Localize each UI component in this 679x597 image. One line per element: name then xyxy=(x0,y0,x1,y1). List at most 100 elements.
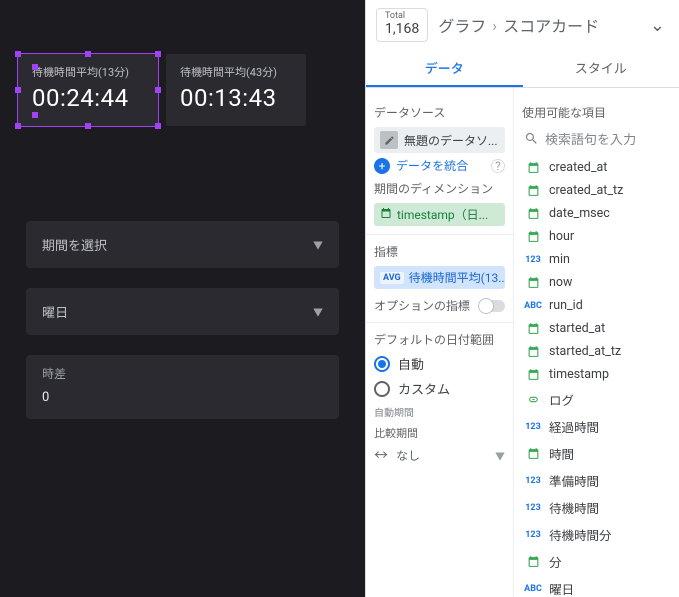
expand-icon[interactable]: ⌄ xyxy=(646,11,669,40)
search-icon xyxy=(524,131,539,146)
scorecard-label: 待機時間平均(13分) xyxy=(32,64,144,80)
field-label: 経過時間 xyxy=(549,417,599,436)
offset-value: 0 xyxy=(42,390,323,405)
range-auto-radio[interactable]: 自動 xyxy=(374,354,505,373)
compare-value: なし xyxy=(396,447,420,464)
radio-checked-icon xyxy=(374,356,390,372)
scorecard-value: 00:13:43 xyxy=(180,84,292,112)
chevron-down-icon: ▼ xyxy=(313,237,323,252)
link-icon xyxy=(524,393,542,407)
datasource-section-label: データソース xyxy=(374,104,505,121)
text-icon: ABC xyxy=(524,582,542,596)
field-item[interactable]: timestamp xyxy=(522,363,671,386)
field-item[interactable]: created_at_tz xyxy=(522,179,671,202)
calendar-icon xyxy=(524,345,542,359)
plus-icon: + xyxy=(374,158,390,174)
field-item[interactable]: 分 xyxy=(522,548,671,575)
config-column: データソース 無題のデータソ... + データを統合 ? 期間のディメンション … xyxy=(366,88,514,597)
number-icon: 123 xyxy=(524,528,542,542)
radio-unchecked-icon xyxy=(374,381,390,397)
help-icon[interactable]: ? xyxy=(491,159,505,173)
tab-style[interactable]: スタイル xyxy=(523,48,679,87)
calendar-icon xyxy=(524,555,542,569)
default-range-label: デフォルトの日付範囲 xyxy=(374,331,505,348)
field-label: 待機時間分 xyxy=(549,525,612,544)
calendar-icon xyxy=(380,207,392,222)
pencil-icon[interactable] xyxy=(380,131,398,149)
field-label: 曜日 xyxy=(549,579,574,597)
weekday-control[interactable]: 曜日 ▼ xyxy=(26,288,339,335)
scorecard[interactable]: 待機時間平均(43分) 00:13:43 xyxy=(166,54,306,126)
field-item[interactable]: 123 準備時間 xyxy=(522,467,671,494)
field-label: ログ xyxy=(549,390,574,409)
scorecard-selected[interactable]: 待機時間平均(13分) 00:24:44 xyxy=(18,54,158,126)
field-label: 待機時間 xyxy=(549,498,599,517)
period-dimension-label: 期間のディメンション xyxy=(374,180,505,197)
field-item[interactable]: ABC run_id xyxy=(522,294,671,317)
report-canvas[interactable]: 待機時間平均(13分) 00:24:44 待機時間平均(43分) 00:13:4… xyxy=(0,0,365,597)
calendar-icon xyxy=(524,276,542,290)
field-label: created_at xyxy=(549,160,607,175)
metric-chip[interactable]: AVG 待機時間平均(13... xyxy=(374,266,505,289)
text-icon: ABC xyxy=(524,299,542,313)
datasource-name: 無題のデータソ... xyxy=(404,132,498,149)
date-range-control[interactable]: 期間を選択 ▼ xyxy=(26,221,339,268)
number-icon: 123 xyxy=(524,253,542,267)
total-box[interactable]: Total 1,168 xyxy=(376,8,428,42)
field-item[interactable]: 123待機時間 xyxy=(522,494,671,521)
period-dimension-name: timestamp（日... xyxy=(397,206,488,223)
offset-control[interactable]: 時差 0 xyxy=(26,355,339,419)
field-label: 準備時間 xyxy=(549,471,599,490)
blend-data-button[interactable]: + データを統合 ? xyxy=(374,157,505,174)
total-label: Total xyxy=(385,11,419,21)
calendar-icon xyxy=(524,161,542,175)
scorecard-value: 00:24:44 xyxy=(32,84,144,112)
field-label: date_msec xyxy=(549,206,610,221)
metric-name: 待機時間平均(13... xyxy=(409,269,505,286)
calendar-icon xyxy=(524,184,542,198)
calendar-icon xyxy=(524,322,542,336)
field-item[interactable]: started_at_tz xyxy=(522,340,671,363)
panel-tabs: データ スタイル xyxy=(366,48,679,88)
field-item[interactable]: hour xyxy=(522,225,671,248)
fields-list: created_at created_at_tz date_msechour 123 m… xyxy=(522,156,671,597)
field-item[interactable]: 時間 xyxy=(522,440,671,467)
optional-metric-label: オプションの指標 xyxy=(374,297,470,314)
range-custom-radio[interactable]: カスタム xyxy=(374,379,505,398)
field-item[interactable]: created_at xyxy=(522,156,671,179)
compare-period-select[interactable]: ↔ なし ▼ xyxy=(374,445,505,465)
scorecard-label: 待機時間平均(43分) xyxy=(180,64,292,80)
breadcrumb-scorecard[interactable]: スコアカード xyxy=(503,13,599,37)
calendar-icon xyxy=(524,368,542,382)
offset-label: 時差 xyxy=(42,365,323,382)
field-item[interactable]: 123 min xyxy=(522,248,671,271)
field-label: min xyxy=(549,252,570,267)
field-label: run_id xyxy=(549,298,583,313)
compare-period-label: 比較期間 xyxy=(374,425,505,441)
field-label: now xyxy=(549,275,572,290)
breadcrumb-chart[interactable]: グラフ xyxy=(438,13,486,37)
field-item[interactable]: ログ xyxy=(522,386,671,413)
range-custom-label: カスタム xyxy=(398,379,450,398)
breadcrumb: グラフ › スコアカード xyxy=(438,13,636,37)
optional-metric-toggle[interactable] xyxy=(479,300,505,312)
field-item[interactable]: now xyxy=(522,271,671,294)
number-icon: 123 xyxy=(524,474,542,488)
metric-section-label: 指標 xyxy=(374,243,505,260)
field-item[interactable]: started_at xyxy=(522,317,671,340)
field-label: created_at_tz xyxy=(549,183,623,198)
tab-data[interactable]: データ xyxy=(366,48,523,87)
date-range-label: 期間を選択 xyxy=(42,235,107,254)
calendar-icon xyxy=(524,447,542,461)
datasource-chip[interactable]: 無題のデータソ... xyxy=(374,127,505,153)
field-search[interactable]: 検索語句を入力 xyxy=(522,127,671,156)
search-placeholder: 検索語句を入力 xyxy=(545,129,636,148)
field-label: timestamp xyxy=(549,367,609,382)
field-item[interactable]: 123 経過時間 xyxy=(522,413,671,440)
field-item[interactable]: ABC 曜日 xyxy=(522,575,671,597)
period-dimension-chip[interactable]: timestamp（日... xyxy=(374,203,505,226)
number-icon: 123 xyxy=(524,420,542,434)
field-label: started_at_tz xyxy=(549,344,621,359)
field-item[interactable]: 123 待機時間分 xyxy=(522,521,671,548)
field-item[interactable]: date_msec xyxy=(522,202,671,225)
